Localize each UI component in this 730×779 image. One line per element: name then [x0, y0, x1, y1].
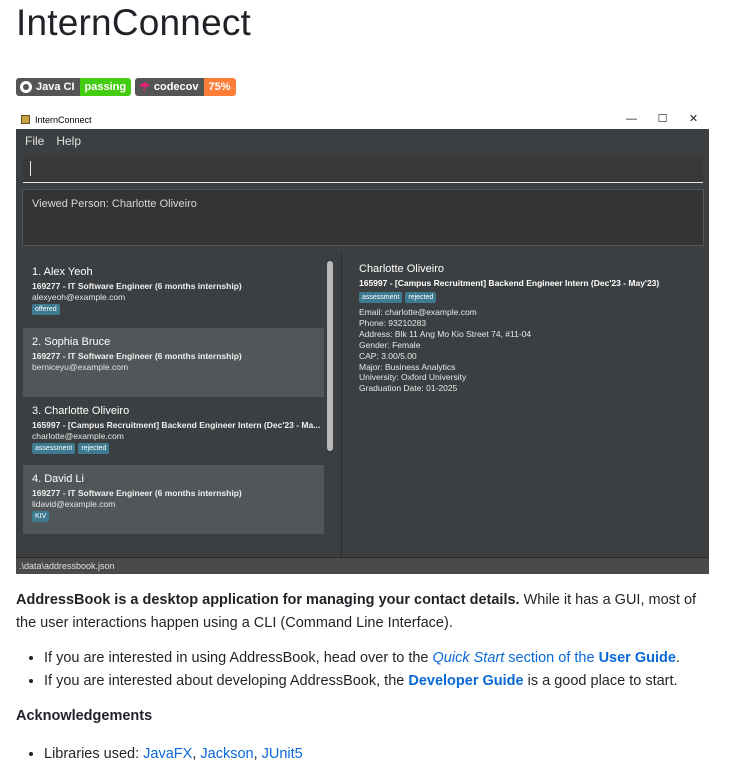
- person-email: charlotte@example.com: [32, 431, 124, 441]
- menu-bar: File Help: [16, 129, 709, 153]
- badge-status: passing: [79, 78, 132, 96]
- person-list[interactable]: 1. Alex Yeoh 169277 - IT Software Engine…: [16, 253, 342, 557]
- acknowledgements-list: Libraries used: JavaFX, Jackson, JUnit5: [16, 743, 730, 766]
- bullet-text: If you are interested in using AddressBo…: [44, 650, 433, 666]
- bullet-text: If you are interested about developing A…: [44, 673, 409, 689]
- bullet-text: Libraries used:: [44, 746, 144, 762]
- person-name: 1. Alex Yeoh: [32, 266, 93, 278]
- tag: rejected: [405, 292, 437, 303]
- person-role: 165997 - [Campus Recruitment] Backend En…: [32, 420, 321, 430]
- text-caret: [30, 161, 31, 176]
- tag: offered: [32, 304, 60, 315]
- detail-role: 165997 - [Campus Recruitment] Backend En…: [359, 278, 660, 288]
- list-item[interactable]: 1. Alex Yeoh 169277 - IT Software Engine…: [23, 258, 324, 328]
- menu-file[interactable]: File: [25, 134, 44, 148]
- intro-paragraph: AddressBook is a desktop application for…: [16, 589, 716, 635]
- detail-phone: Phone: 93210283: [359, 317, 427, 328]
- tag: rejected: [78, 443, 110, 454]
- badge-label: codecov: [153, 81, 199, 93]
- window-title: InternConnect: [35, 114, 92, 125]
- detail-info: Email: charlotte@example.com Phone: 9321…: [359, 307, 531, 394]
- list-item: Libraries used: JavaFX, Jackson, JUnit5: [44, 743, 730, 766]
- page-title: InternConnect: [16, 2, 252, 43]
- detail-university: University: Oxford University: [359, 372, 467, 383]
- person-role: 169277 - IT Software Engineer (6 months …: [32, 488, 242, 498]
- javafx-link[interactable]: JavaFX: [143, 746, 192, 762]
- tag: KIV: [32, 511, 50, 522]
- acknowledgements-heading: Acknowledgements: [16, 708, 153, 724]
- result-text: Viewed Person: Charlotte Oliveiro: [32, 198, 197, 210]
- developer-guide-link[interactable]: Developer Guide: [408, 673, 523, 689]
- person-email: lidavid@example.com: [32, 499, 116, 509]
- app-screenshot: InternConnect — ☐ ✕ File Help Viewed Per…: [16, 110, 709, 574]
- window-titlebar: InternConnect — ☐ ✕: [16, 110, 709, 129]
- list-item: If you are interested in using AddressBo…: [44, 647, 730, 670]
- person-email: berniceyu@example.com: [32, 362, 129, 372]
- list-item: If you are interested about developing A…: [44, 670, 730, 693]
- detail-gender: Gender: Female: [359, 339, 421, 350]
- codecov-badge[interactable]: ☂ codecov 75%: [135, 78, 236, 96]
- detail-name: Charlotte Oliveiro: [359, 263, 444, 275]
- section-of-link[interactable]: section of the: [504, 650, 598, 666]
- github-icon: [20, 81, 32, 93]
- person-role: 169277 - IT Software Engineer (6 months …: [32, 351, 242, 361]
- close-icon[interactable]: ✕: [678, 110, 709, 129]
- bullet-text: .: [675, 650, 680, 666]
- person-name: 2. Sophia Bruce: [32, 336, 111, 348]
- list-item[interactable]: 4. David Li 169277 - IT Software Enginee…: [23, 465, 324, 534]
- info-list: If you are interested in using AddressBo…: [16, 647, 730, 693]
- app-icon: [21, 115, 30, 124]
- minimize-icon[interactable]: —: [616, 110, 647, 129]
- tag: assessment: [32, 443, 76, 454]
- intro-bold: AddressBook is a desktop application for…: [16, 592, 520, 608]
- detail-graduation: Graduation Date: 01-2025: [359, 383, 458, 394]
- user-guide-link[interactable]: User Guide: [599, 650, 676, 666]
- command-input[interactable]: [23, 155, 703, 183]
- bullet-text: is a good place to start.: [523, 673, 678, 689]
- result-display: Viewed Person: Charlotte Oliveiro: [22, 189, 704, 246]
- junit5-link[interactable]: JUnit5: [262, 746, 303, 762]
- list-item[interactable]: 3. Charlotte Oliveiro 165997 - [Campus R…: [23, 397, 324, 465]
- person-name: 3. Charlotte Oliveiro: [32, 405, 130, 417]
- codecov-icon: ☂: [139, 80, 150, 94]
- maximize-icon[interactable]: ☐: [647, 110, 678, 129]
- detail-address: Address: Blk 11 Ang Mo Kio Street 74, #1…: [359, 328, 532, 339]
- quick-start-link[interactable]: Quick Start: [433, 650, 505, 666]
- detail-major: Major: Business Analytics: [359, 361, 456, 372]
- badge-status: 75%: [203, 78, 236, 96]
- list-item[interactable]: 2. Sophia Bruce 169277 - IT Software Eng…: [23, 328, 324, 397]
- java-ci-badge[interactable]: Java CI passing: [16, 78, 132, 96]
- person-role: 169277 - IT Software Engineer (6 months …: [32, 281, 242, 291]
- person-email: alexyeoh@example.com: [32, 292, 126, 302]
- badges: Java CI passing ☂ codecov 75%: [16, 78, 236, 96]
- list-scrollbar[interactable]: [327, 261, 333, 451]
- person-detail-panel: Charlotte Oliveiro 165997 - [Campus Recr…: [348, 257, 703, 402]
- tag: assessment: [359, 292, 403, 303]
- list-item[interactable]: [23, 534, 324, 557]
- menu-help[interactable]: Help: [56, 134, 81, 148]
- person-name: 4. David Li: [32, 473, 84, 485]
- detail-email: Email: charlotte@example.com: [359, 307, 477, 317]
- jackson-link[interactable]: Jackson: [200, 746, 253, 762]
- status-bar: .\data\addressbook.json: [16, 557, 709, 574]
- badge-label: Java CI: [36, 81, 75, 93]
- detail-cap: CAP: 3.00/5.00: [359, 350, 417, 361]
